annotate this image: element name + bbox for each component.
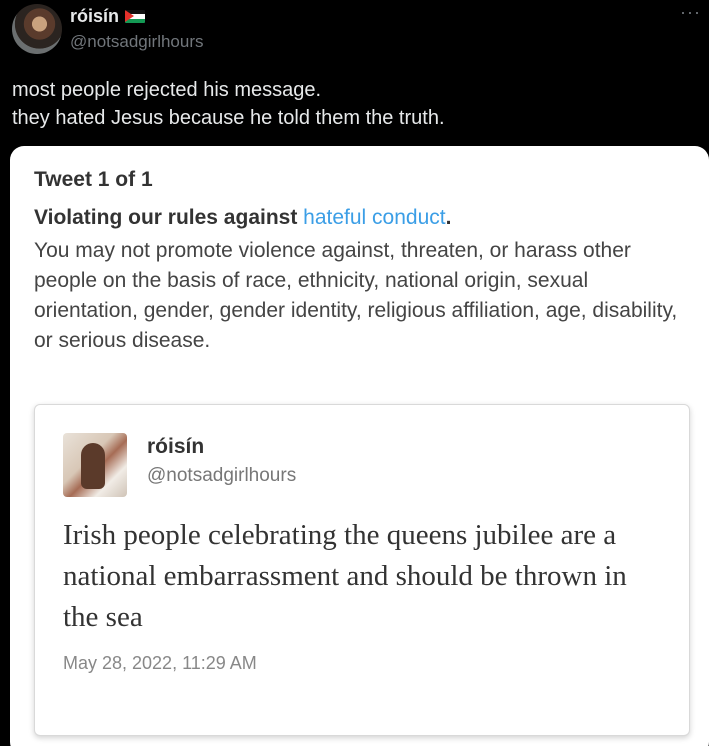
violation-suffix: . bbox=[445, 206, 452, 229]
more-options-icon[interactable]: ··· bbox=[680, 2, 701, 23]
author-name[interactable]: róisín bbox=[70, 6, 119, 27]
attached-image-card[interactable]: Tweet 1 of 1 Violating our rules against… bbox=[10, 146, 709, 746]
palestine-flag-icon bbox=[125, 10, 146, 23]
author-avatar[interactable] bbox=[12, 4, 62, 54]
tweet-text: most people rejected his message. they h… bbox=[12, 76, 445, 132]
author-name-row[interactable]: róisín bbox=[70, 6, 146, 27]
embedded-tweet-date: May 28, 2022, 11:29 AM bbox=[63, 653, 257, 673]
notice-title: Tweet 1 of 1 bbox=[34, 168, 153, 191]
embedded-tweet: róisín @notsadgirlhours Irish people cel… bbox=[34, 404, 690, 736]
violation-heading: Violating our rules against hateful cond… bbox=[34, 206, 451, 230]
rule-description: You may not promote violence against, th… bbox=[34, 239, 678, 352]
author-handle[interactable]: @notsadgirlhours bbox=[70, 32, 204, 52]
embedded-tweet-text: Irish people celebrating the queens jubi… bbox=[63, 519, 627, 633]
hateful-conduct-link[interactable]: hateful conduct bbox=[303, 206, 445, 229]
embedded-author-name: róisín bbox=[147, 435, 205, 458]
violation-prefix: Violating our rules against bbox=[34, 206, 304, 229]
tweet-line: most people rejected his message. bbox=[12, 79, 322, 101]
tweet-line: they hated Jesus because he told them th… bbox=[12, 107, 445, 129]
embedded-avatar bbox=[63, 433, 127, 497]
embedded-author-handle: @notsadgirlhours bbox=[147, 465, 297, 486]
